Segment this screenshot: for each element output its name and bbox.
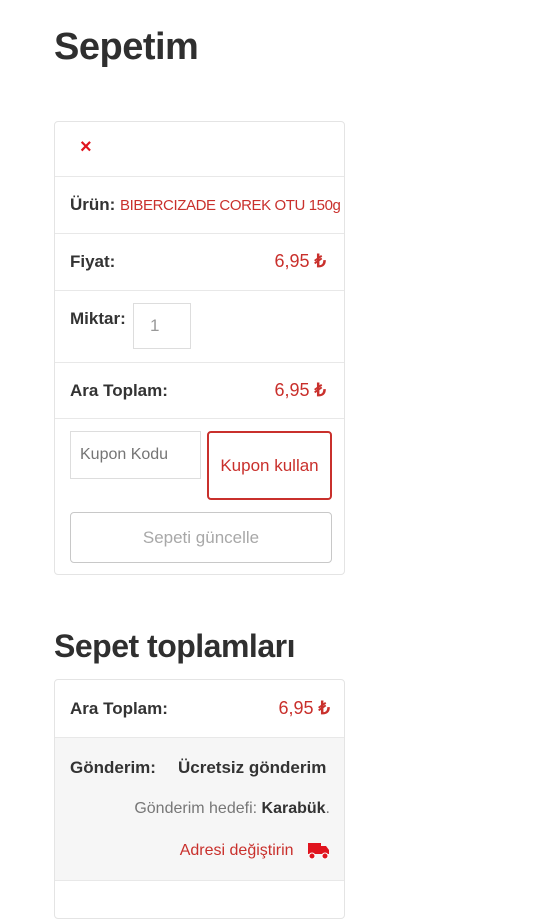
change-address-link[interactable]: Adresi değiştirin <box>180 842 330 860</box>
update-cart-button[interactable]: Sepeti güncelle <box>70 512 332 563</box>
totals-subtotal-value: 6,95 ₺ <box>278 698 330 719</box>
page-title: Sepetim <box>54 26 199 68</box>
currency-symbol: ₺ <box>314 380 326 400</box>
remove-row: × <box>55 122 344 177</box>
product-name-link[interactable]: BIBERCIZADE COREK OTU 150g <box>120 197 341 214</box>
subtotal-label: Ara Toplam: <box>70 381 168 400</box>
currency-symbol: ₺ <box>318 698 330 718</box>
shipping-label: Gönderim: <box>70 758 156 777</box>
quantity-label: Miktar: <box>70 309 126 328</box>
shipping-destination-label: Gönderim hedefi: <box>134 800 258 817</box>
subtotal-amount: 6,95 <box>274 380 310 400</box>
totals-subtotal-label: Ara Toplam: <box>70 699 168 718</box>
product-row: Ürün: BIBERCIZADE COREK OTU 150g <box>55 177 344 234</box>
remove-item-button[interactable]: × <box>80 136 92 159</box>
shipping-destination-city: Karabük <box>261 800 326 817</box>
change-address-label: Adresi değiştirin <box>179 842 294 860</box>
shipping-destination-suffix: . <box>325 800 330 817</box>
truck-icon <box>308 843 329 860</box>
quantity-row: Miktar: <box>55 291 344 363</box>
totals-subtotal-amount: 6,95 <box>278 698 314 718</box>
price-label: Fiyat: <box>70 252 116 271</box>
shipping-method: Ücretsiz gönderim <box>178 758 327 777</box>
actions-row: Kupon kullan Sepeti güncelle <box>55 419 344 576</box>
quantity-input[interactable] <box>133 303 191 349</box>
cart-totals-card: Ara Toplam: 6,95 ₺ Gönderim: Ücretsiz gö… <box>54 679 345 919</box>
cart-item-card: × Ürün: BIBERCIZADE COREK OTU 150g Fiyat… <box>54 121 345 575</box>
cart-totals-title: Sepet toplamları <box>54 628 295 664</box>
shipping-destination: Gönderim hedefi: Karabük. <box>134 800 330 818</box>
coupon-code-input[interactable] <box>70 431 201 479</box>
price-row: Fiyat: 6,95 ₺ <box>55 234 344 291</box>
shipping-row: Gönderim: Ücretsiz gönderim Gönderim hed… <box>55 738 344 881</box>
price-amount: 6,95 <box>274 251 310 271</box>
subtotal-row: Ara Toplam: 6,95 ₺ <box>55 363 344 419</box>
apply-coupon-button[interactable]: Kupon kullan <box>207 431 332 500</box>
close-icon: × <box>80 136 92 158</box>
cart-page: Sepetim × Ürün: BIBERCIZADE COREK OTU 15… <box>0 0 534 919</box>
currency-symbol: ₺ <box>314 251 326 271</box>
product-label: Ürün: <box>70 195 116 214</box>
totals-subtotal-row: Ara Toplam: 6,95 ₺ <box>55 680 344 738</box>
subtotal-value: 6,95 ₺ <box>274 380 326 401</box>
price-value: 6,95 ₺ <box>274 251 326 272</box>
